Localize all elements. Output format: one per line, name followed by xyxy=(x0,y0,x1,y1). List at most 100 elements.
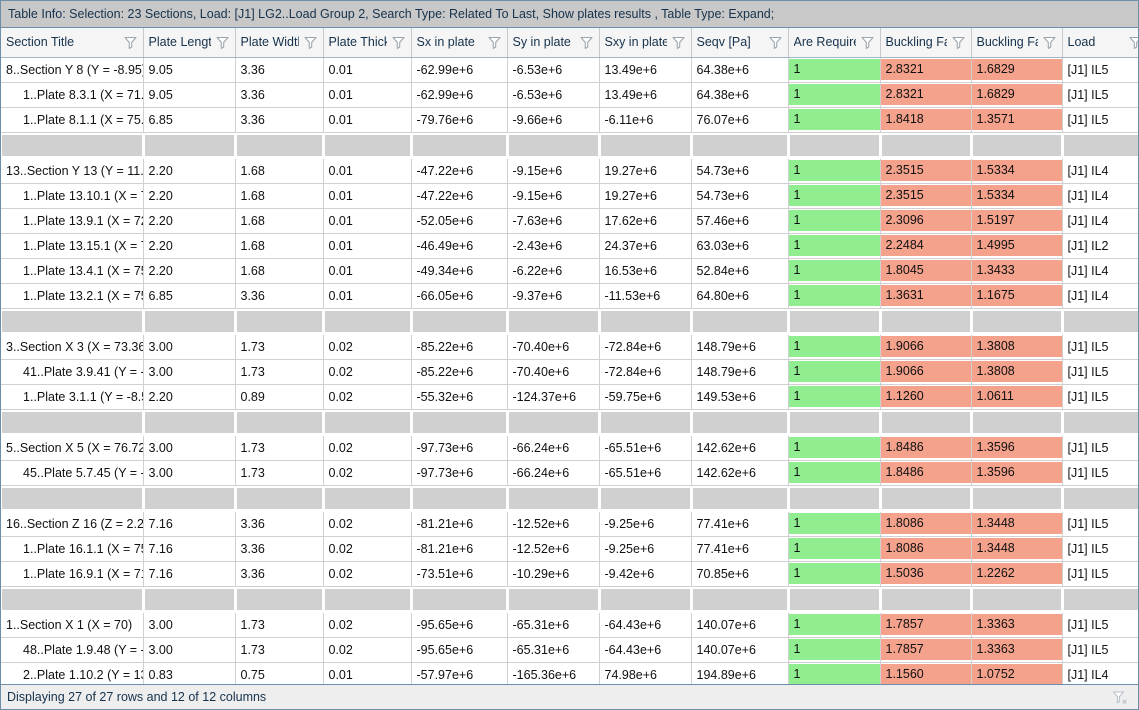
table-cell[interactable]: -6.22e+6 xyxy=(507,258,599,283)
table-cell[interactable]: 7.16 xyxy=(143,561,235,586)
table-cell[interactable]: 0.01 xyxy=(323,82,411,107)
table-cell[interactable]: 6.85 xyxy=(143,283,235,308)
filter-funnel-icon[interactable] xyxy=(123,35,138,50)
table-cell[interactable]: 142.62e+6 xyxy=(691,435,788,460)
table-cell[interactable]: 1 xyxy=(788,637,880,662)
table-cell[interactable]: 3.36 xyxy=(235,283,323,308)
column-header-1[interactable]: Plate Lengt xyxy=(143,28,235,57)
table-cell[interactable]: -47.22e+6 xyxy=(411,183,507,208)
column-header-9[interactable]: Buckling Fa xyxy=(880,28,971,57)
table-row[interactable]: 1..Plate 16.1.1 (X = 75.047.163.360.02-8… xyxy=(1,536,1138,561)
table-cell[interactable]: 1.8086 xyxy=(880,536,971,561)
table-cell[interactable]: 0.01 xyxy=(323,158,411,183)
table-cell[interactable]: 3.36 xyxy=(235,536,323,561)
table-cell[interactable]: -12.52e+6 xyxy=(507,536,599,561)
table-cell[interactable]: 2.2484 xyxy=(880,233,971,258)
table-cell[interactable]: 1.68 xyxy=(235,158,323,183)
table-cell[interactable]: 7.16 xyxy=(143,536,235,561)
table-cell[interactable]: -81.21e+6 xyxy=(411,511,507,536)
table-cell[interactable]: 142.62e+6 xyxy=(691,460,788,485)
table-cell[interactable]: 5..Section X 5 (X = 76.72) xyxy=(1,435,143,460)
table-cell[interactable]: -70.40e+6 xyxy=(507,359,599,384)
table-cell[interactable]: 3.36 xyxy=(235,561,323,586)
table-cell[interactable]: -165.36e+6 xyxy=(507,662,599,684)
table-cell[interactable]: 1.9066 xyxy=(880,359,971,384)
table-cell[interactable]: 1.0752 xyxy=(971,662,1062,684)
table-cell[interactable]: 1.73 xyxy=(235,460,323,485)
table-cell[interactable]: 2.3515 xyxy=(880,158,971,183)
table-cell[interactable]: 1.68 xyxy=(235,258,323,283)
table-cell[interactable]: -97.73e+6 xyxy=(411,460,507,485)
table-cell[interactable]: [J1] IL5 xyxy=(1062,536,1138,561)
table-cell[interactable]: [J1] IL4 xyxy=(1062,208,1138,233)
table-cell[interactable]: 1 xyxy=(788,208,880,233)
column-header-4[interactable]: Sx in plate xyxy=(411,28,507,57)
table-cell[interactable]: 1..Plate 8.1.1 (X = 75.04; xyxy=(1,107,143,132)
table-cell[interactable]: 1 xyxy=(788,662,880,684)
table-cell[interactable]: 1 xyxy=(788,612,880,637)
table-cell[interactable]: 13.49e+6 xyxy=(599,57,691,82)
table-cell[interactable]: 1.4995 xyxy=(971,233,1062,258)
table-cell[interactable]: -55.32e+6 xyxy=(411,384,507,409)
table-cell[interactable]: 1.2262 xyxy=(971,561,1062,586)
filter-funnel-icon[interactable] xyxy=(391,35,406,50)
table-cell[interactable]: 0.01 xyxy=(323,233,411,258)
table-cell[interactable]: -72.84e+6 xyxy=(599,359,691,384)
table-cell[interactable]: 0.02 xyxy=(323,334,411,359)
filter-funnel-icon[interactable] xyxy=(303,35,318,50)
table-cell[interactable]: [J1] IL5 xyxy=(1062,82,1138,107)
table-cell[interactable]: 1.5036 xyxy=(880,561,971,586)
table-cell[interactable]: -9.15e+6 xyxy=(507,158,599,183)
table-cell[interactable]: 0.01 xyxy=(323,283,411,308)
table-cell[interactable]: 54.73e+6 xyxy=(691,158,788,183)
table-cell[interactable]: 1 xyxy=(788,183,880,208)
table-cell[interactable]: -65.31e+6 xyxy=(507,637,599,662)
table-cell[interactable]: 1.3808 xyxy=(971,334,1062,359)
table-scroll-area[interactable]: Section TitlePlate LengtPlate WidthPlate… xyxy=(1,28,1138,684)
filter-funnel-icon[interactable] xyxy=(487,35,502,50)
table-cell[interactable]: 45..Plate 5.7.45 (Y = -10. xyxy=(1,460,143,485)
table-row[interactable]: 1..Plate 13.15.1 (X = 70.82.201.680.01-4… xyxy=(1,233,1138,258)
column-header-11[interactable]: Load xyxy=(1062,28,1138,57)
table-row[interactable]: 2..Plate 1.10.2 (Y = 13.730.830.750.01-5… xyxy=(1,662,1138,684)
table-row[interactable]: 48..Plate 1.9.48 (Y = -10.3.001.730.02-9… xyxy=(1,637,1138,662)
table-cell[interactable]: [J1] IL5 xyxy=(1062,561,1138,586)
filter-funnel-icon[interactable] xyxy=(579,35,594,50)
table-cell[interactable]: -65.51e+6 xyxy=(599,435,691,460)
column-header-3[interactable]: Plate Thick xyxy=(323,28,411,57)
table-cell[interactable]: 1..Plate 16.9.1 (X = 71.64 xyxy=(1,561,143,586)
table-cell[interactable]: 0.02 xyxy=(323,511,411,536)
table-cell[interactable]: 1.8418 xyxy=(880,107,971,132)
table-row[interactable]: 8..Section Y 8 (Y = -8.95)9.053.360.01-6… xyxy=(1,57,1138,82)
table-row[interactable]: 1..Plate 3.1.1 (Y = -8.5; Z2.200.890.02-… xyxy=(1,384,1138,409)
table-cell[interactable]: 0.01 xyxy=(323,57,411,82)
table-row[interactable]: 1..Plate 13.4.1 (X = 75.882.201.680.01-4… xyxy=(1,258,1138,283)
table-cell[interactable]: 1 xyxy=(788,435,880,460)
table-cell[interactable]: 0.01 xyxy=(323,258,411,283)
table-cell[interactable]: 77.41e+6 xyxy=(691,511,788,536)
table-cell[interactable]: [J1] IL5 xyxy=(1062,384,1138,409)
table-row[interactable]: 1..Plate 16.9.1 (X = 71.647.163.360.02-7… xyxy=(1,561,1138,586)
table-cell[interactable]: [J1] IL5 xyxy=(1062,460,1138,485)
table-cell[interactable]: 2.20 xyxy=(143,258,235,283)
table-cell[interactable]: 1.3808 xyxy=(971,359,1062,384)
table-cell[interactable]: 1.3631 xyxy=(880,283,971,308)
table-cell[interactable]: -9.15e+6 xyxy=(507,183,599,208)
table-row[interactable]: 16..Section Z 16 (Z = 2.2)7.163.360.02-8… xyxy=(1,511,1138,536)
table-cell[interactable]: 76.07e+6 xyxy=(691,107,788,132)
table-cell[interactable]: 2.20 xyxy=(143,233,235,258)
table-cell[interactable]: 1 xyxy=(788,82,880,107)
column-header-0[interactable]: Section Title xyxy=(1,28,143,57)
table-cell[interactable]: -9.66e+6 xyxy=(507,107,599,132)
table-cell[interactable]: -52.05e+6 xyxy=(411,208,507,233)
table-cell[interactable]: [J1] IL5 xyxy=(1062,359,1138,384)
table-cell[interactable]: 2.8321 xyxy=(880,57,971,82)
table-cell[interactable]: -81.21e+6 xyxy=(411,536,507,561)
table-cell[interactable]: -124.37e+6 xyxy=(507,384,599,409)
table-cell[interactable]: 1 xyxy=(788,283,880,308)
table-cell[interactable]: 52.84e+6 xyxy=(691,258,788,283)
table-cell[interactable]: 57.46e+6 xyxy=(691,208,788,233)
table-cell[interactable]: 1 xyxy=(788,334,880,359)
table-cell[interactable]: 41..Plate 3.9.41 (Y = -10. xyxy=(1,359,143,384)
table-cell[interactable]: -6.53e+6 xyxy=(507,82,599,107)
